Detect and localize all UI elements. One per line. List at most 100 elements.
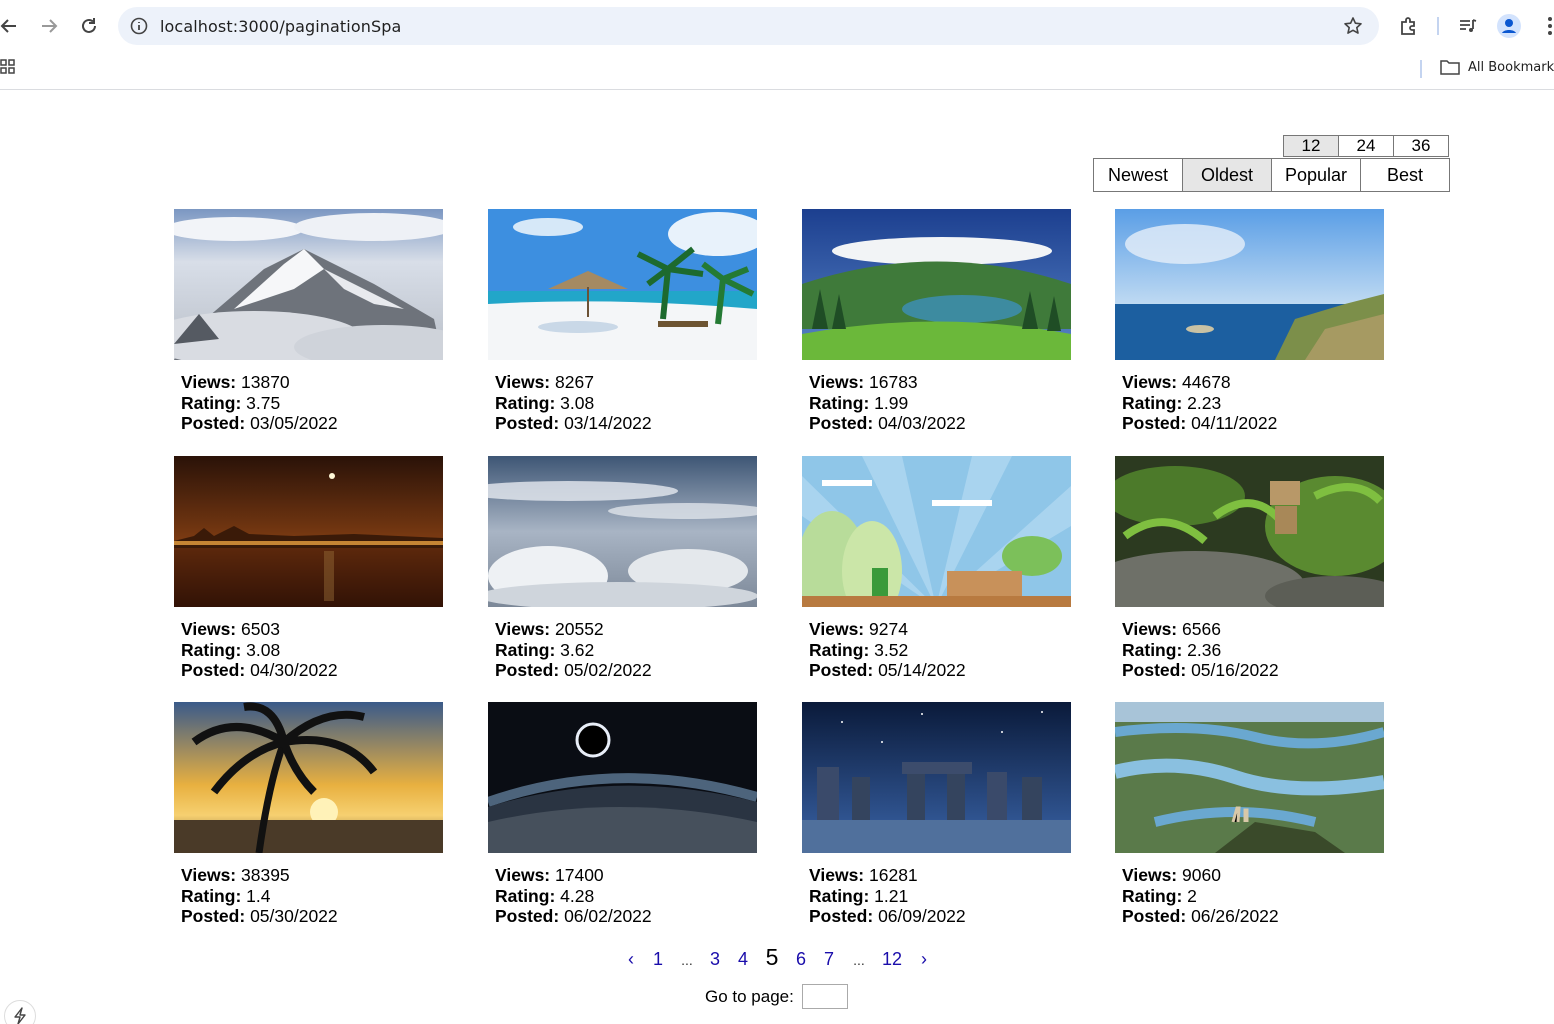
go-to-page-input[interactable] — [801, 984, 848, 1009]
posted-label: Posted: — [181, 660, 246, 680]
sort-best-button[interactable]: Best — [1360, 158, 1450, 192]
page-link-6[interactable]: 6 — [788, 949, 814, 970]
thumbnail-danbo-plants[interactable] — [1115, 456, 1384, 607]
page-link-1[interactable]: 1 — [642, 949, 674, 970]
posted-label: Posted: — [495, 660, 560, 680]
views-row: Views: 38395 — [181, 865, 444, 886]
bookmarks-separator — [1420, 60, 1422, 78]
image-card: Views: 6503 Rating: 3.08 Posted: 04/30/2… — [174, 456, 444, 681]
thumbnail-retro-game[interactable] — [802, 456, 1071, 607]
sort-popular-button[interactable]: Popular — [1271, 158, 1361, 192]
posted-label: Posted: — [495, 413, 560, 433]
rating-label: Rating: — [1122, 885, 1183, 906]
page-link-4[interactable]: 4 — [730, 949, 756, 970]
thumbnail-palm-sunset[interactable] — [174, 702, 443, 853]
posted-value: 04/03/2022 — [878, 413, 966, 433]
prev-page-button[interactable]: ‹ — [620, 949, 642, 970]
posted-row: Posted: 03/05/2022 — [181, 413, 444, 434]
views-value: 20552 — [555, 619, 604, 639]
site-info-icon[interactable] — [130, 17, 148, 35]
image-card: Views: 13870 Rating: 3.75 Posted: 03/05/… — [174, 209, 444, 434]
views-row: Views: 20552 — [495, 619, 758, 640]
views-label: Views: — [495, 619, 551, 639]
all-bookmarks-button[interactable]: All Bookmarks — [1440, 58, 1554, 76]
posted-label: Posted: — [495, 906, 560, 926]
sort-oldest-button[interactable]: Oldest — [1182, 158, 1272, 192]
rating-value: 2 — [1187, 885, 1197, 906]
media-control-icon[interactable] — [1456, 14, 1480, 38]
thumbnail-snowy-mountain[interactable] — [174, 209, 443, 360]
posted-value: 05/30/2022 — [250, 906, 338, 926]
rating-value: 1.21 — [874, 885, 909, 906]
browser-toolbar: localhost:3000/paginationSpa — [0, 0, 1554, 52]
rating-row: Rating: 1.99 — [809, 393, 1072, 414]
page-link-12[interactable]: 12 — [874, 949, 910, 970]
rating-label: Rating: — [809, 392, 870, 413]
rating-label: Rating: — [495, 392, 556, 413]
posted-label: Posted: — [809, 660, 874, 680]
rating-row: Rating: 3.08 — [181, 640, 444, 661]
rating-value: 3.75 — [246, 392, 281, 413]
posted-row: Posted: 05/16/2022 — [1122, 660, 1385, 681]
thumbnail-city-night[interactable] — [174, 456, 443, 607]
sort-newest-button[interactable]: Newest — [1093, 158, 1183, 192]
posted-row: Posted: 04/11/2022 — [1122, 413, 1385, 434]
views-label: Views: — [1122, 372, 1178, 392]
folder-icon — [1440, 60, 1460, 75]
rating-label: Rating: — [1122, 639, 1183, 660]
next-page-button[interactable]: › — [910, 949, 938, 970]
image-card: Views: 17400 Rating: 4.28 Posted: 06/02/… — [488, 702, 758, 927]
rating-label: Rating: — [181, 885, 242, 906]
views-row: Views: 17400 — [495, 865, 758, 886]
extensions-icon[interactable] — [1397, 14, 1421, 38]
forward-arrow-icon[interactable] — [36, 13, 62, 39]
rating-label: Rating: — [1122, 392, 1183, 413]
menu-kebab-icon[interactable] — [1538, 14, 1554, 38]
url-text: localhost:3000/paginationSpa — [160, 17, 402, 36]
rating-row: Rating: 2.23 — [1122, 393, 1385, 414]
thumbnail-eclipse-earth[interactable] — [488, 702, 757, 853]
rating-label: Rating: — [181, 639, 242, 660]
views-row: Views: 8267 — [495, 372, 758, 393]
posted-value: 03/14/2022 — [564, 413, 652, 433]
views-value: 6566 — [1182, 619, 1221, 639]
thumbnail-tropical-beach[interactable] — [488, 209, 757, 360]
rating-row: Rating: 2.36 — [1122, 640, 1385, 661]
views-row: Views: 16783 — [809, 372, 1072, 393]
image-card: Views: 38395 Rating: 1.4 Posted: 05/30/2… — [174, 702, 444, 927]
all-bookmarks-label: All Bookmarks — [1468, 59, 1554, 75]
views-label: Views: — [495, 372, 551, 392]
thumbnail-ocean-coast[interactable] — [1115, 209, 1384, 360]
posted-label: Posted: — [181, 906, 246, 926]
page-size-option-36[interactable]: 36 — [1393, 135, 1449, 157]
page-size-option-24[interactable]: 24 — [1338, 135, 1394, 157]
posted-row: Posted: 05/02/2022 — [495, 660, 758, 681]
posted-value: 06/09/2022 — [878, 906, 966, 926]
page-link-7[interactable]: 7 — [814, 949, 844, 970]
views-row: Views: 9060 — [1122, 865, 1385, 886]
page-link-3[interactable]: 3 — [700, 949, 730, 970]
current-page: 5 — [765, 944, 779, 970]
address-bar[interactable]: localhost:3000/paginationSpa — [118, 7, 1379, 45]
posted-row: Posted: 04/03/2022 — [809, 413, 1072, 434]
thumbnail-river-deer[interactable] — [1115, 702, 1384, 853]
rating-row: Rating: 4.28 — [495, 886, 758, 907]
thumbnail-green-valley[interactable] — [802, 209, 1071, 360]
posted-label: Posted: — [1122, 413, 1187, 433]
views-row: Views: 6566 — [1122, 619, 1385, 640]
thumbnail-stonehenge[interactable] — [802, 702, 1071, 853]
rating-label: Rating: — [809, 885, 870, 906]
views-label: Views: — [495, 865, 551, 885]
profile-avatar-icon[interactable] — [1497, 14, 1521, 38]
rating-row: Rating: 3.52 — [809, 640, 1072, 661]
rating-row: Rating: 1.4 — [181, 886, 444, 907]
bookmark-star-icon[interactable] — [1343, 16, 1363, 36]
apps-grid-icon[interactable] — [0, 59, 16, 75]
lightning-icon[interactable] — [4, 1000, 36, 1024]
back-arrow-icon[interactable] — [0, 13, 22, 39]
posted-row: Posted: 06/02/2022 — [495, 906, 758, 927]
views-row: Views: 16281 — [809, 865, 1072, 886]
reload-icon[interactable] — [76, 13, 102, 39]
thumbnail-clouds[interactable] — [488, 456, 757, 607]
page-size-option-12[interactable]: 12 — [1283, 135, 1339, 157]
